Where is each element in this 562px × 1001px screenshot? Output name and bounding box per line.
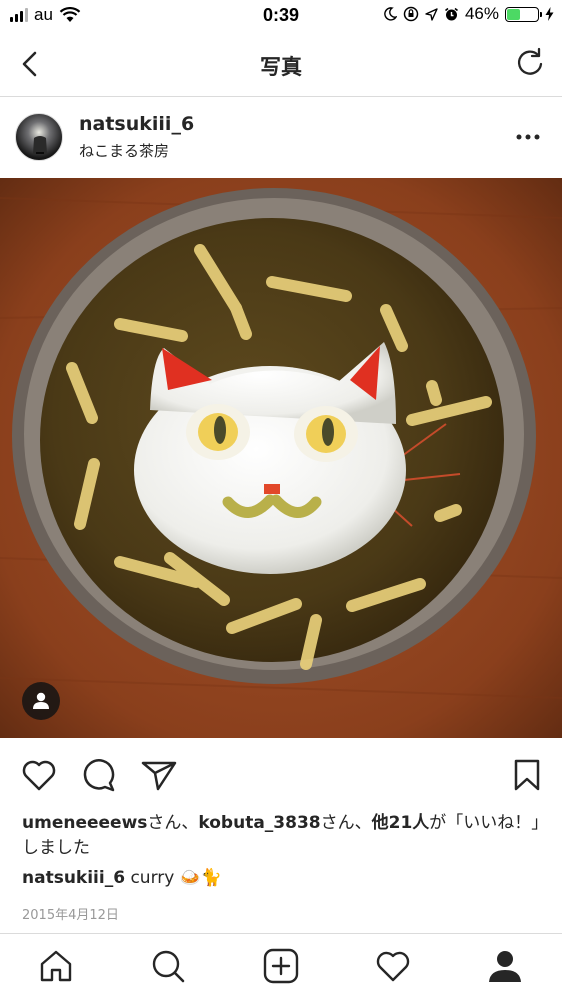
battery-icon: [505, 6, 542, 22]
curry-photo: [0, 178, 562, 738]
comment-icon[interactable]: [80, 756, 118, 794]
likes-suffix-2: さん、: [320, 813, 372, 833]
likes-text: umeneeeewsさん、kobuta_3838さん、他21人が「いいね！」しま…: [22, 811, 542, 861]
charging-icon: [545, 7, 554, 21]
post-photo[interactable]: [0, 178, 562, 738]
post-caption: natsukiii_6 curry 🍛🐈: [22, 868, 222, 888]
battery-percent: 46%: [464, 4, 499, 23]
post-username[interactable]: natsukiii_6: [79, 113, 194, 135]
activity-heart-icon[interactable]: [373, 946, 413, 986]
liker-username-1[interactable]: umeneeeews: [22, 813, 147, 833]
avatar[interactable]: [15, 113, 63, 161]
alarm-icon: [444, 7, 458, 20]
moon-icon: [384, 7, 397, 21]
liker-username-2[interactable]: kobuta_3838: [198, 813, 320, 833]
post-date: 2015年4月12日: [22, 908, 119, 923]
post-actions: [0, 744, 562, 804]
caption-text: curry 🍛🐈: [130, 868, 223, 888]
refresh-icon[interactable]: [514, 47, 546, 79]
likes-others[interactable]: 他21人: [372, 813, 430, 833]
post-location[interactable]: ねこまる茶房: [79, 140, 169, 161]
location-icon: [425, 7, 438, 21]
nav-bar: 写真: [0, 32, 562, 97]
avatar-image: [33, 136, 47, 154]
likes-suffix-1: さん、: [147, 813, 199, 833]
page-title: 写真: [260, 55, 302, 79]
more-icon[interactable]: [516, 133, 540, 141]
status-right: 46%: [383, 4, 554, 24]
home-icon[interactable]: [36, 946, 76, 986]
rotation-lock-icon: [403, 6, 419, 22]
tab-bar: [0, 933, 562, 1001]
heart-icon[interactable]: [20, 756, 58, 794]
status-bar: au 0:39 46%: [0, 0, 562, 32]
share-icon[interactable]: [140, 756, 178, 794]
battery-fill: [507, 8, 520, 20]
post-header: natsukiii_6 ねこまる茶房: [0, 97, 562, 177]
search-icon[interactable]: [148, 946, 188, 986]
add-post-icon[interactable]: [261, 946, 301, 986]
bookmark-icon[interactable]: [508, 756, 546, 794]
profile-icon[interactable]: [485, 946, 525, 986]
caption-username[interactable]: natsukiii_6: [22, 868, 125, 888]
user-tag-icon[interactable]: [22, 682, 60, 720]
